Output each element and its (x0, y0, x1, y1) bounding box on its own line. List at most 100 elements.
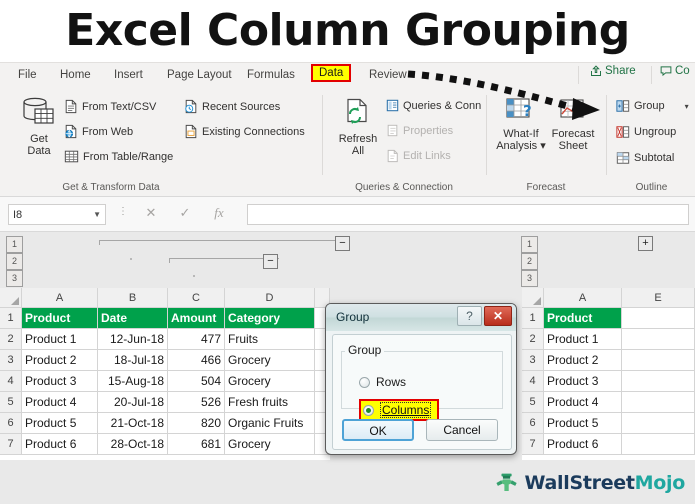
cell-D3[interactable]: Grocery (225, 350, 315, 371)
dialog-title-bar[interactable]: Group ? ✕ (326, 304, 516, 331)
cell-A7-right[interactable]: Product 6 (544, 434, 622, 455)
select-all-corner[interactable] (0, 288, 22, 308)
row-header-3[interactable]: 3 (0, 350, 22, 371)
cell-B7[interactable]: 28-Oct-18 (98, 434, 168, 455)
cell-E4-right[interactable] (622, 371, 695, 392)
row-header-6-right[interactable]: 6 (522, 413, 544, 434)
dialog-close-button[interactable]: ✕ (484, 306, 512, 326)
cell-A5-right[interactable]: Product 4 (544, 392, 622, 413)
cell-A3-right[interactable]: Product 2 (544, 350, 622, 371)
cell-A4-right[interactable]: Product 3 (544, 371, 622, 392)
row-header-1[interactable]: 1 (0, 308, 22, 329)
row-header-4-right[interactable]: 4 (522, 371, 544, 392)
cell-E6-right[interactable] (622, 413, 695, 434)
properties-button[interactable]: Properties (386, 124, 453, 137)
row-header-4[interactable]: 4 (0, 371, 22, 392)
column-header-A[interactable]: A (22, 288, 98, 308)
recent-sources-button[interactable]: Recent Sources (184, 99, 280, 114)
outline-level-2-left[interactable]: 2 (6, 253, 23, 270)
from-table-range-button[interactable]: From Table/Range (64, 149, 173, 164)
tab-home[interactable]: Home (56, 67, 95, 83)
formula-cancel-icon[interactable]: ✕ (140, 205, 162, 221)
cell-A5[interactable]: Product 4 (22, 392, 98, 413)
cell-A1[interactable]: Product (22, 308, 98, 329)
comments-button[interactable]: Co (660, 65, 690, 77)
cell-D4[interactable]: Grocery (225, 371, 315, 392)
cell-A7[interactable]: Product 6 (22, 434, 98, 455)
outline-level-1-right[interactable]: 1 (521, 236, 538, 253)
outline-collapse-button-level1[interactable]: − (335, 236, 350, 251)
cell-C3[interactable]: 466 (168, 350, 225, 371)
cell-C7[interactable]: 681 (168, 434, 225, 455)
cell-D5[interactable]: Fresh fruits (225, 392, 315, 413)
cell-E2-right[interactable] (622, 329, 695, 350)
column-header-E-right[interactable]: E (622, 288, 695, 308)
subtotal-button[interactable]: Subtotal (616, 151, 674, 165)
row-header-2[interactable]: 2 (0, 329, 22, 350)
column-header-B[interactable]: B (98, 288, 168, 308)
forecast-sheet-button[interactable]: Forecast Sheet (546, 97, 600, 152)
outline-level-1-left[interactable]: 1 (6, 236, 23, 253)
row-header-5[interactable]: 5 (0, 392, 22, 413)
cell-A1-right[interactable]: Product (544, 308, 622, 329)
cell-B3[interactable]: 18-Jul-18 (98, 350, 168, 371)
row-header-2-right[interactable]: 2 (522, 329, 544, 350)
cell-E1-right[interactable] (622, 308, 695, 329)
get-data-button[interactable]: Get Data (12, 97, 66, 157)
cell-B6[interactable]: 21-Oct-18 (98, 413, 168, 434)
cell-C2[interactable]: 477 (168, 329, 225, 350)
cell-D1[interactable]: Category (225, 308, 315, 329)
column-header-C[interactable]: C (168, 288, 225, 308)
cell-C5[interactable]: 526 (168, 392, 225, 413)
cell-C4[interactable]: 504 (168, 371, 225, 392)
what-if-analysis-button[interactable]: ? What-If Analysis ▾ (494, 97, 548, 152)
dialog-help-button[interactable]: ? (457, 306, 482, 326)
from-web-button[interactable]: From Web (64, 124, 133, 139)
cell-A2-right[interactable]: Product 1 (544, 329, 622, 350)
cell-E5-right[interactable] (622, 392, 695, 413)
outline-expand-button[interactable]: + (638, 236, 653, 251)
cell-C1[interactable]: Amount (168, 308, 225, 329)
outline-level-2-right[interactable]: 2 (521, 253, 538, 270)
column-header-A-right[interactable]: A (544, 288, 622, 308)
tab-review[interactable]: Review (365, 67, 411, 83)
cell-A6-right[interactable]: Product 5 (544, 413, 622, 434)
radio-option-rows[interactable]: Rows (359, 375, 406, 389)
dialog-cancel-button[interactable]: Cancel (426, 419, 498, 441)
name-box-dropdown-icon[interactable]: ▼ (93, 210, 101, 219)
share-button[interactable]: Share (590, 65, 636, 77)
column-header-D[interactable]: D (225, 288, 315, 308)
cell-C6[interactable]: 820 (168, 413, 225, 434)
insert-function-icon[interactable]: fx (208, 205, 230, 221)
tab-insert[interactable]: Insert (110, 67, 147, 83)
cell-D7[interactable]: Grocery (225, 434, 315, 455)
formula-input[interactable] (247, 204, 689, 225)
tab-file[interactable]: File (14, 67, 41, 83)
refresh-all-button[interactable]: Refresh All (330, 97, 386, 157)
cell-A6[interactable]: Product 5 (22, 413, 98, 434)
cell-A2[interactable]: Product 1 (22, 329, 98, 350)
group-caret-icon[interactable]: ▾ (685, 102, 689, 111)
row-header-7[interactable]: 7 (0, 434, 22, 455)
row-header-5-right[interactable]: 5 (522, 392, 544, 413)
cell-A4[interactable]: Product 3 (22, 371, 98, 392)
row-header-3-right[interactable]: 3 (522, 350, 544, 371)
select-all-corner-right[interactable] (522, 288, 544, 308)
tab-formulas[interactable]: Formulas (243, 67, 299, 83)
radio-option-columns[interactable]: Columns (359, 399, 440, 421)
outline-level-3-left[interactable]: 3 (6, 270, 23, 287)
from-text-csv-button[interactable]: From Text/CSV (64, 99, 156, 114)
name-box[interactable]: I8 ▼ (8, 204, 106, 225)
cell-E3-right[interactable] (622, 350, 695, 371)
tab-page-layout[interactable]: Page Layout (163, 67, 236, 83)
cell-B4[interactable]: 15-Aug-18 (98, 371, 168, 392)
row-header-6[interactable]: 6 (0, 413, 22, 434)
tab-data[interactable]: Data (311, 64, 352, 82)
cell-B5[interactable]: 20-Jul-18 (98, 392, 168, 413)
cell-E7-right[interactable] (622, 434, 695, 455)
row-header-1-right[interactable]: 1 (522, 308, 544, 329)
existing-connections-button[interactable]: Existing Connections (184, 124, 305, 139)
edit-links-button[interactable]: Edit Links (386, 149, 451, 163)
cell-D2[interactable]: Fruits (225, 329, 315, 350)
radio-rows-indicator[interactable] (359, 376, 370, 388)
